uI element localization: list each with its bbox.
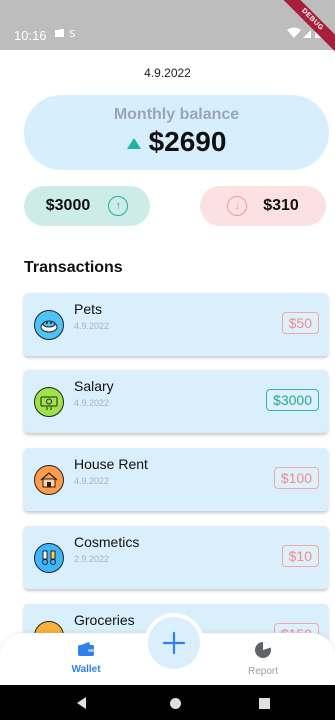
pie-chart-icon — [255, 642, 271, 658]
nav-wallet[interactable]: Wallet — [62, 641, 110, 675]
status-time: 10:16 — [14, 28, 47, 43]
status-notification-icons: S — [54, 27, 82, 42]
transaction-item[interactable]: Cosmetics 2.9.2022 $10 — [24, 526, 328, 589]
transaction-item[interactable]: Salary 4.9.2022 $3000 — [24, 370, 328, 433]
transaction-name: House Rent — [74, 456, 148, 472]
income-summary[interactable]: $3000 ↑ — [24, 186, 150, 226]
transaction-date: 2.9.2022 — [74, 554, 110, 564]
transaction-item[interactable]: Pets 4.9.2022 $50 — [24, 293, 328, 356]
transaction-name: Pets — [74, 301, 103, 317]
svg-text:S: S — [69, 29, 75, 39]
nav-report-label: Report — [247, 666, 278, 677]
transactions-title: Transactions — [24, 259, 123, 276]
monthly-balance-card: Monthly balance $2690 — [24, 95, 329, 170]
transaction-amount: $3000 — [266, 389, 319, 411]
plus-icon — [162, 631, 186, 655]
balance-amount: $2690 — [148, 126, 227, 157]
transaction-amount: $100 — [273, 467, 319, 489]
transaction-date: 4.9.2022 — [74, 321, 110, 331]
wallet-icon — [78, 642, 94, 656]
system-navigation-bar — [0, 685, 335, 720]
arrow-down-circle-icon: ↓ — [227, 196, 248, 216]
transaction-name: Salary — [74, 378, 114, 394]
current-date: 4.9.2022 — [144, 66, 191, 80]
salary-money-icon — [34, 387, 64, 417]
cosmetics-icon — [34, 543, 64, 573]
nav-report[interactable]: Report — [238, 641, 288, 677]
balance-label: Monthly balance — [113, 106, 240, 123]
expense-amount: $310 — [263, 197, 299, 214]
transaction-name: Cosmetics — [74, 534, 140, 550]
arrow-up-circle-icon: ↑ — [108, 196, 129, 216]
expense-summary[interactable]: ↓ $310 — [200, 186, 326, 226]
income-amount: $3000 — [45, 197, 91, 214]
home-icon[interactable] — [170, 698, 181, 709]
back-icon[interactable] — [77, 697, 86, 709]
transaction-name: Groceries — [74, 612, 135, 628]
transaction-date: 4.9.2022 — [74, 398, 110, 408]
pets-bowl-icon — [34, 310, 64, 340]
add-transaction-button[interactable] — [148, 617, 200, 669]
recent-apps-icon[interactable] — [259, 698, 270, 709]
nav-wallet-label: Wallet — [71, 664, 101, 675]
transaction-amount: $10 — [281, 545, 319, 567]
transaction-amount: $50 — [281, 312, 319, 334]
balance-row: $2690 — [24, 126, 329, 158]
transaction-date: 4.9.2022 — [74, 476, 110, 486]
balance-up-triangle-icon — [126, 137, 141, 149]
house-icon — [34, 465, 64, 495]
transaction-item[interactable]: House Rent 4.9.2022 $100 — [24, 448, 328, 511]
status-bar: 10:16 S DEBUG — [0, 0, 335, 57]
